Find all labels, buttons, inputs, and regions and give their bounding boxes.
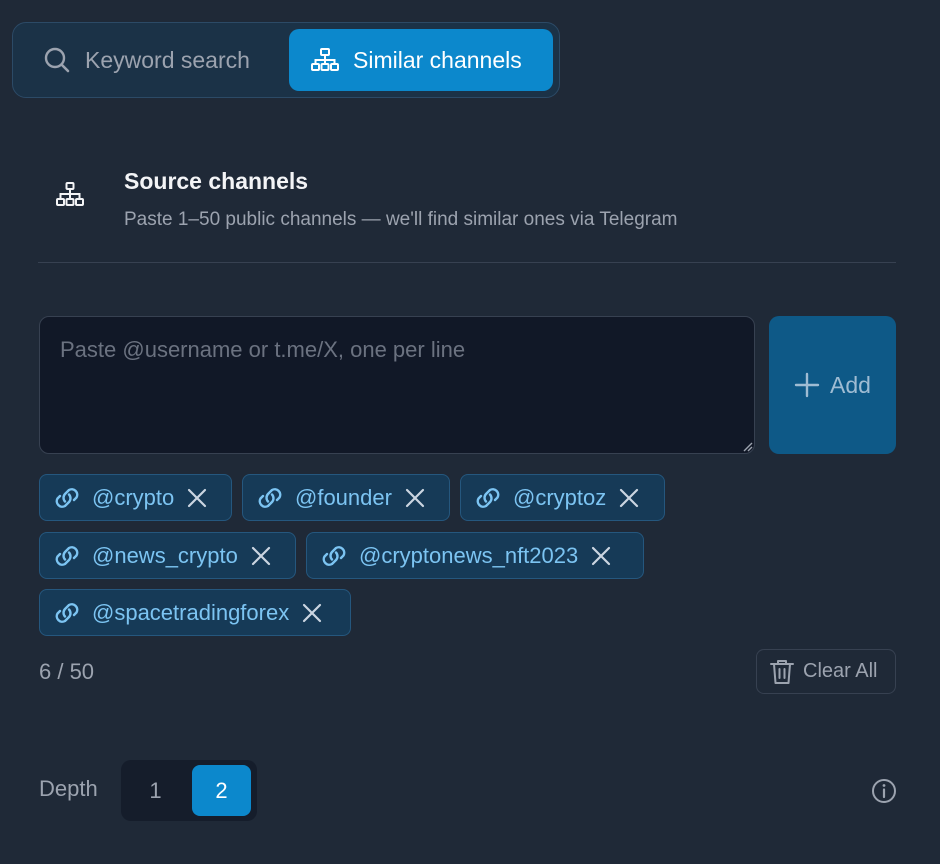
link-icon <box>258 487 282 508</box>
channel-chip: @founder <box>242 474 450 521</box>
close-icon[interactable] <box>618 487 640 509</box>
depth-option-1[interactable]: 1 <box>126 765 185 816</box>
close-icon[interactable] <box>404 487 426 509</box>
section-divider <box>38 262 896 263</box>
channels-paste-input[interactable] <box>39 316 755 454</box>
clear-all-label: Clear All <box>803 660 878 682</box>
link-icon <box>476 487 500 508</box>
channel-chip: @spacetradingforex <box>39 589 351 636</box>
source-channels-header: Source channels Paste 1–50 public channe… <box>38 162 896 262</box>
channel-chip-label: @cryptoz <box>513 484 607 510</box>
link-icon <box>322 545 346 566</box>
sitemap-icon <box>56 182 84 206</box>
similar-channels-label: Similar channels <box>353 46 522 73</box>
depth-option-2[interactable]: 2 <box>192 765 251 816</box>
close-icon[interactable] <box>590 545 612 567</box>
depth-label: Depth <box>39 776 98 801</box>
close-icon[interactable] <box>186 487 208 509</box>
section-subtitle: Paste 1–50 public channels — we'll find … <box>124 209 678 230</box>
keyword-search-label: Keyword search <box>85 46 250 73</box>
close-icon[interactable] <box>250 545 272 567</box>
keyword-search-tab[interactable]: Keyword search <box>29 29 295 91</box>
clear-all-button[interactable]: Clear All <box>756 649 896 694</box>
plus-icon <box>794 372 820 398</box>
link-icon <box>55 602 79 623</box>
depth-selector: 1 2 <box>121 760 257 821</box>
channel-chip: @cryptonews_nft2023 <box>306 532 644 579</box>
link-icon <box>55 545 79 566</box>
channel-chip-label: @spacetradingforex <box>92 599 290 625</box>
channel-chip: @cryptoz <box>460 474 665 521</box>
search-mode-toggle: Keyword search Similar channels <box>12 22 560 98</box>
channel-chip: @news_crypto <box>39 532 296 579</box>
resize-handle-icon[interactable] <box>742 441 753 452</box>
close-icon[interactable] <box>301 602 323 624</box>
channel-chip-label: @cryptonews_nft2023 <box>359 542 579 568</box>
sitemap-icon <box>311 48 339 71</box>
channel-chip-label: @news_crypto <box>92 542 238 568</box>
channel-chip-label: @founder <box>295 484 392 510</box>
channel-count: 6 / 50 <box>39 659 95 684</box>
trash-icon <box>770 659 794 684</box>
add-label: Add <box>830 371 871 398</box>
link-icon <box>55 487 79 508</box>
channel-chip: @crypto <box>39 474 232 521</box>
channel-chip-label: @crypto <box>92 484 175 510</box>
similar-channels-tab[interactable]: Similar channels <box>289 29 553 91</box>
search-icon <box>44 47 70 73</box>
section-title: Source channels <box>124 168 309 194</box>
add-button[interactable]: Add <box>769 316 896 454</box>
info-icon[interactable] <box>871 778 897 804</box>
